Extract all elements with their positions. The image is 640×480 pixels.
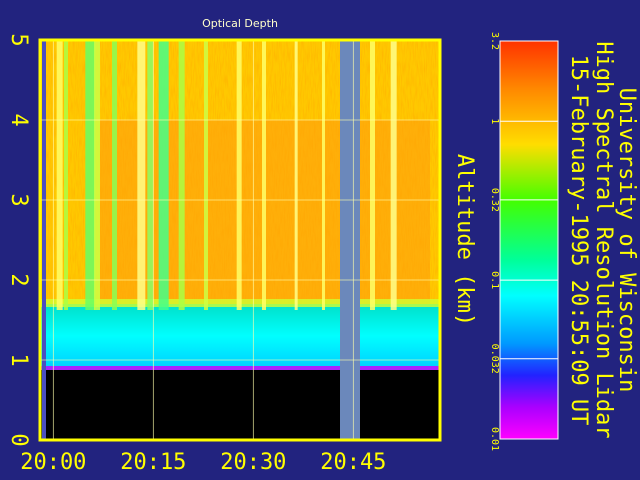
colorbar-tick-label: 0.1 — [489, 271, 500, 289]
below-signal-region — [40, 368, 440, 440]
colorbar-tick-label: 0.32 — [489, 188, 500, 212]
data-gap-bar — [340, 40, 360, 440]
institution-label: University of Wisconsin — [614, 88, 639, 393]
x-tick-label: 20:30 — [220, 450, 286, 475]
y-tick-label: 2 — [6, 273, 31, 286]
missing-data-column — [42, 40, 46, 440]
colorbar-tick-label: 0.01 — [489, 427, 500, 451]
low-depth-streak — [390, 40, 397, 310]
low-depth-streak — [322, 40, 325, 310]
chart-title: Optical Depth — [202, 17, 278, 30]
low-depth-streak — [112, 40, 117, 310]
x-tick-label: 20:45 — [320, 450, 386, 475]
low-depth-streak — [64, 40, 68, 310]
instrument-label: High Spectral Resolution Lidar — [591, 41, 616, 438]
date-time-label: 15-February-1995 20:55:09 UT — [566, 55, 591, 426]
heatmap-area — [40, 40, 440, 440]
low-depth-streak — [94, 40, 100, 310]
colorbar-tick-label: 0.032 — [489, 344, 500, 374]
low-depth-streak — [370, 40, 375, 310]
x-tick-label: 20:00 — [20, 450, 86, 475]
colorbar-tick-label: 3.2 — [489, 32, 500, 50]
y-tick-label: 0 — [6, 433, 31, 446]
low-depth-streak — [147, 40, 154, 310]
colorbar-tick-label: 1 — [489, 118, 500, 124]
y-tick-label: 3 — [6, 193, 31, 206]
low-depth-streak — [137, 40, 146, 310]
lidar-figure: Optical Depth 0 1 2 3 4 5 20:00 20:15 20:30 20:4… — [0, 0, 640, 480]
x-tick-labels: 20:00 20:15 20:30 20:45 — [20, 450, 386, 475]
y-tick-label: 5 — [6, 33, 31, 46]
low-depth-streak — [262, 40, 266, 310]
y-axis-label: Altitude (km) — [452, 154, 477, 326]
low-depth-streak — [56, 40, 63, 310]
boundary-layer-edge — [40, 366, 440, 370]
chart-svg: Optical Depth 0 1 2 3 4 5 20:00 20:15 20:30 20:4… — [6, 17, 639, 475]
low-depth-streak — [204, 40, 208, 310]
low-depth-streak — [85, 40, 96, 310]
colorbar — [499, 40, 559, 440]
y-tick-label: 1 — [6, 353, 31, 366]
y-tick-labels: 0 1 2 3 4 5 — [6, 33, 31, 446]
low-depth-streak — [236, 40, 242, 310]
y-tick-label: 4 — [6, 113, 31, 126]
low-depth-streak — [158, 40, 169, 310]
boundary-layer — [40, 304, 440, 368]
low-depth-streak — [294, 40, 298, 310]
x-tick-label: 20:15 — [120, 450, 186, 475]
low-depth-streak — [178, 40, 185, 310]
